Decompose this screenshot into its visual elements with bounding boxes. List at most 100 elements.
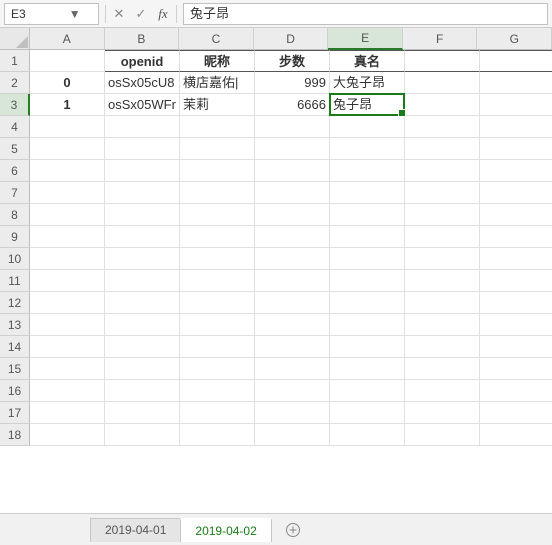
cell[interactable] <box>405 94 480 116</box>
cell[interactable]: 真名 <box>330 50 405 72</box>
row-header[interactable]: 6 <box>0 160 30 182</box>
col-header-B[interactable]: B <box>105 28 180 50</box>
cell[interactable] <box>480 380 552 402</box>
cell[interactable] <box>330 248 405 270</box>
cell[interactable] <box>180 204 255 226</box>
cell[interactable] <box>105 204 180 226</box>
cell[interactable] <box>30 270 105 292</box>
cell[interactable] <box>180 292 255 314</box>
cell[interactable] <box>255 314 330 336</box>
cell[interactable] <box>255 204 330 226</box>
col-header-D[interactable]: D <box>254 28 329 50</box>
cell[interactable] <box>255 116 330 138</box>
cell[interactable] <box>30 138 105 160</box>
cell[interactable] <box>480 270 552 292</box>
cell[interactable] <box>180 380 255 402</box>
cell[interactable] <box>330 424 405 446</box>
row-header[interactable]: 15 <box>0 358 30 380</box>
cell[interactable] <box>105 402 180 424</box>
cell[interactable] <box>105 270 180 292</box>
cell[interactable] <box>480 314 552 336</box>
cell[interactable]: 昵称 <box>180 50 255 72</box>
cell[interactable] <box>405 402 480 424</box>
cell[interactable] <box>480 138 552 160</box>
row-header[interactable]: 5 <box>0 138 30 160</box>
cell[interactable] <box>105 138 180 160</box>
cell[interactable] <box>180 336 255 358</box>
add-sheet-button[interactable] <box>279 518 307 542</box>
cell[interactable] <box>330 314 405 336</box>
cell[interactable] <box>30 160 105 182</box>
cell[interactable] <box>105 248 180 270</box>
cell[interactable]: 0 <box>30 72 105 94</box>
cell[interactable] <box>405 358 480 380</box>
cell[interactable] <box>30 182 105 204</box>
cell[interactable] <box>30 226 105 248</box>
cell[interactable] <box>405 116 480 138</box>
cell[interactable] <box>330 182 405 204</box>
cell[interactable] <box>405 204 480 226</box>
cell[interactable] <box>480 94 552 116</box>
cell[interactable] <box>180 226 255 248</box>
cell[interactable] <box>405 160 480 182</box>
cell[interactable] <box>105 160 180 182</box>
cell[interactable] <box>30 402 105 424</box>
cell[interactable] <box>480 116 552 138</box>
cell[interactable] <box>180 314 255 336</box>
cell[interactable] <box>255 226 330 248</box>
cell[interactable] <box>330 226 405 248</box>
cell[interactable] <box>405 336 480 358</box>
name-box[interactable]: E3 ▼ <box>4 3 99 25</box>
row-header[interactable]: 14 <box>0 336 30 358</box>
cell[interactable] <box>330 160 405 182</box>
cell[interactable] <box>330 336 405 358</box>
row-header[interactable]: 17 <box>0 402 30 424</box>
row-header[interactable]: 18 <box>0 424 30 446</box>
cell[interactable] <box>330 138 405 160</box>
cell[interactable] <box>405 380 480 402</box>
cell[interactable] <box>330 116 405 138</box>
cell[interactable] <box>405 292 480 314</box>
row-header[interactable]: 12 <box>0 292 30 314</box>
cancel-icon[interactable]: ✕ <box>108 3 130 25</box>
cell[interactable] <box>30 380 105 402</box>
cell[interactable] <box>330 270 405 292</box>
sheet-tab[interactable]: 2019-04-01 <box>90 518 181 542</box>
cell[interactable] <box>30 358 105 380</box>
confirm-icon[interactable]: ✓ <box>130 3 152 25</box>
cell[interactable] <box>255 292 330 314</box>
col-header-G[interactable]: G <box>477 28 552 50</box>
cell[interactable] <box>405 226 480 248</box>
cell[interactable] <box>255 402 330 424</box>
cell[interactable] <box>30 116 105 138</box>
cell[interactable] <box>180 138 255 160</box>
cell[interactable] <box>255 358 330 380</box>
cell[interactable] <box>30 292 105 314</box>
cell[interactable]: openid <box>105 50 180 72</box>
cell[interactable] <box>405 424 480 446</box>
cell[interactable] <box>105 424 180 446</box>
cell[interactable] <box>180 248 255 270</box>
row-header[interactable]: 13 <box>0 314 30 336</box>
row-header[interactable]: 16 <box>0 380 30 402</box>
col-header-C[interactable]: C <box>179 28 254 50</box>
cell[interactable] <box>405 72 480 94</box>
cell[interactable] <box>255 424 330 446</box>
select-all-corner[interactable] <box>0 28 30 50</box>
fx-icon[interactable]: fx <box>152 3 174 25</box>
cell[interactable] <box>105 336 180 358</box>
cell[interactable] <box>105 116 180 138</box>
row-header[interactable]: 4 <box>0 116 30 138</box>
row-header[interactable]: 7 <box>0 182 30 204</box>
cell[interactable] <box>30 424 105 446</box>
cell[interactable] <box>30 248 105 270</box>
col-header-F[interactable]: F <box>403 28 478 50</box>
formula-input[interactable]: 兔子昂 <box>183 3 548 25</box>
cell[interactable]: 步数 <box>255 50 330 72</box>
cell[interactable] <box>105 292 180 314</box>
cell[interactable] <box>330 380 405 402</box>
cell[interactable] <box>180 182 255 204</box>
cell[interactable] <box>480 248 552 270</box>
cell[interactable] <box>255 138 330 160</box>
row-header[interactable]: 11 <box>0 270 30 292</box>
